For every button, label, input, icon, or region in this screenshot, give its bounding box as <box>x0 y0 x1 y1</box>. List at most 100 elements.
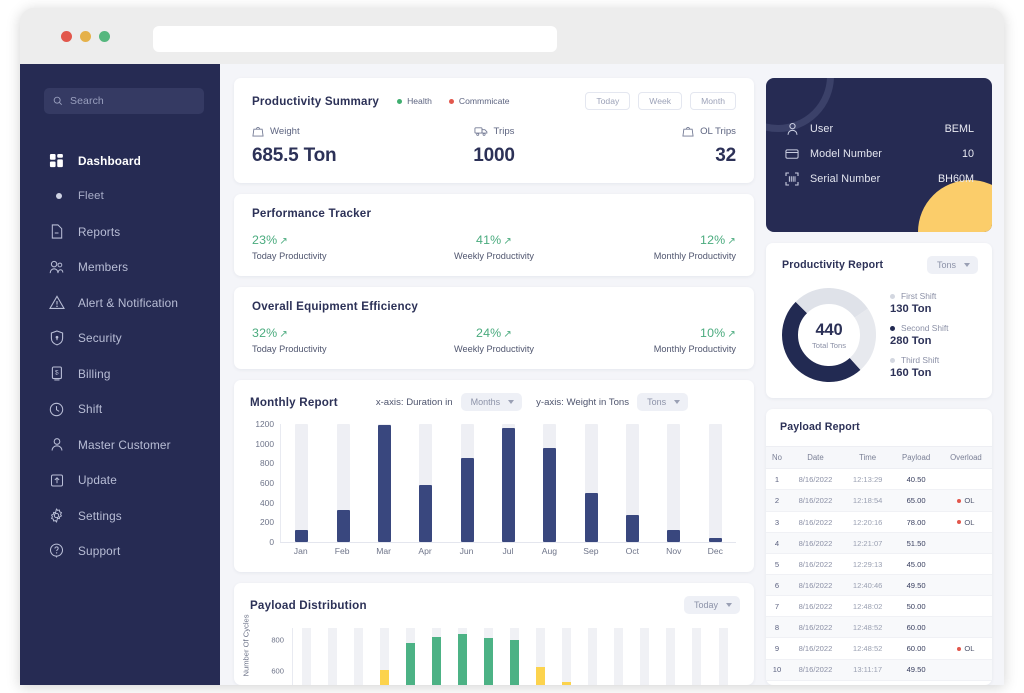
overload-dot-icon <box>957 646 962 651</box>
metric-value: 12% <box>699 233 726 247</box>
bar-column[interactable] <box>423 628 449 685</box>
bar-column[interactable] <box>345 628 371 685</box>
sidebar-item-support[interactable]: Support <box>20 535 220 568</box>
bar-column[interactable] <box>475 628 501 685</box>
range-button-week[interactable]: Week <box>638 92 683 110</box>
y-axis-ticks: 1200 1000 800 600 400 200 0 <box>250 419 278 547</box>
bar-column[interactable] <box>371 628 397 685</box>
table-cell-no: 10 <box>766 659 788 681</box>
close-window-button[interactable] <box>61 31 72 42</box>
table-row[interactable]: 5 8/16/2022 12:29:13 45.00 <box>766 553 992 576</box>
vehicle-value: BEML <box>944 122 974 135</box>
vehicle-key: User <box>810 122 834 135</box>
range-button-today[interactable]: Today <box>585 92 631 110</box>
sidebar-item-master-customer[interactable]: Master Customer <box>20 428 220 461</box>
shift-label-wrap: Third Shift <box>890 355 978 365</box>
table-row[interactable]: 3 8/16/2022 12:20:16 78.00 OL <box>766 511 992 534</box>
table-row[interactable]: 118/16/202212:21:0751.50 <box>766 680 992 685</box>
url-bar[interactable] <box>153 26 557 52</box>
table-row[interactable]: 6 8/16/2022 12:40:46 49.50 <box>766 574 992 597</box>
table-row[interactable]: 1 8/16/2022 12:13:29 40.50 <box>766 468 992 491</box>
bar-column[interactable] <box>653 424 694 542</box>
bar-column[interactable] <box>695 424 736 542</box>
truck-icon <box>473 127 487 136</box>
bar-column[interactable] <box>529 424 570 542</box>
bar-column[interactable] <box>449 628 475 685</box>
user-icon <box>784 122 800 136</box>
bar-column[interactable] <box>281 424 322 542</box>
overload-dot-icon <box>957 498 962 503</box>
bar-column[interactable] <box>684 628 710 685</box>
x-axis-unit-dropdown[interactable]: Months <box>460 393 523 411</box>
sidebar-item-dashboard[interactable]: Dashboard <box>20 144 220 177</box>
table-cell-no: 3 <box>766 511 788 534</box>
unit-dropdown[interactable]: Tons <box>926 256 978 275</box>
bar-fill <box>501 427 515 542</box>
bar-column[interactable] <box>446 424 487 542</box>
x-axis-tick: Nov <box>666 546 682 556</box>
y-axis-unit-dropdown[interactable]: Tons <box>637 393 689 411</box>
table-row[interactable]: 4 8/16/2022 12:21:07 51.50 <box>766 532 992 555</box>
payload-report-table: No Date Time Payload Overload 1 8/16/2022 12:1… <box>766 446 992 685</box>
table-cell-dt: 8/16/2022 <box>788 659 843 681</box>
table-column-header[interactable]: Payload <box>892 446 940 470</box>
bar-column[interactable] <box>571 424 612 542</box>
window-controls[interactable] <box>61 31 110 42</box>
bar-column[interactable] <box>502 628 528 685</box>
table-cell-pl: 65.00 <box>892 489 940 512</box>
bar-column[interactable] <box>658 628 684 685</box>
bar-column[interactable] <box>364 424 405 542</box>
table-cell-overload <box>939 574 992 597</box>
bar-track <box>377 424 391 542</box>
sidebar-item-reports[interactable]: Reports <box>20 215 220 248</box>
payload-distribution-header: Payload Distribution Today <box>250 596 740 614</box>
table-cell-no: 11 <box>766 680 788 685</box>
table-row[interactable]: 8 8/16/2022 12:48:52 60.00 <box>766 616 992 639</box>
table-column-header[interactable]: No <box>766 446 788 470</box>
table-column-header[interactable]: Time <box>842 446 893 470</box>
payload-range-dropdown[interactable]: Today <box>683 596 740 614</box>
sidebar-item-security[interactable]: Security <box>20 322 220 355</box>
search-input[interactable]: Search <box>44 88 204 114</box>
bar-column[interactable] <box>405 424 446 542</box>
sidebar-item-billing[interactable]: $ Billing <box>20 357 220 390</box>
table-row[interactable]: 10 8/16/2022 13:11:17 49.50 <box>766 659 992 681</box>
sidebar-item-alert-notification[interactable]: Alert & Notification <box>20 286 220 319</box>
metric-value: 41% <box>475 233 502 247</box>
table-cell-no: 1 <box>766 468 788 491</box>
table-row[interactable]: 2 8/16/2022 12:18:54 65.00 OL <box>766 489 992 512</box>
bar-column[interactable] <box>319 628 345 685</box>
donut-segment <box>849 309 876 371</box>
x-axis-tick: Mar <box>376 546 392 556</box>
sidebar-item-settings[interactable]: Settings <box>20 499 220 532</box>
bar-track <box>588 628 598 685</box>
sidebar-item-members[interactable]: Members <box>20 251 220 284</box>
bar-fill <box>336 509 350 542</box>
sidebar-item-label: Billing <box>78 366 111 381</box>
range-button-month[interactable]: Month <box>690 92 736 110</box>
bar-column[interactable] <box>580 628 606 685</box>
table-row[interactable]: 7 8/16/2022 12:48:02 50.00 <box>766 595 992 618</box>
bar-column[interactable] <box>710 628 736 685</box>
sidebar-item-update[interactable]: Update <box>20 464 220 497</box>
bar-column[interactable] <box>322 424 363 542</box>
table-column-header[interactable]: Overload <box>939 446 992 470</box>
bar-column[interactable] <box>293 628 319 685</box>
metric-label: Weekly Productivity <box>453 344 534 354</box>
table-cell-dt: 8/16/2022 <box>788 532 843 555</box>
bar-column[interactable] <box>488 424 529 542</box>
sidebar-item-shift[interactable]: Shift <box>20 393 220 426</box>
y-axis-tick: 800 <box>271 635 284 645</box>
bar-column[interactable] <box>632 628 658 685</box>
bar-column[interactable] <box>612 424 653 542</box>
minimize-window-button[interactable] <box>80 31 91 42</box>
sidebar-item-fleet[interactable]: Fleet <box>20 180 220 213</box>
card-icon <box>784 148 800 160</box>
table-row[interactable]: 9 8/16/2022 12:48:52 60.00 OL <box>766 637 992 660</box>
maximize-window-button[interactable] <box>99 31 110 42</box>
bar-column[interactable] <box>554 628 580 685</box>
bar-column[interactable] <box>397 628 423 685</box>
bar-column[interactable] <box>606 628 632 685</box>
table-column-header[interactable]: Date <box>788 446 843 470</box>
bar-column[interactable] <box>528 628 554 685</box>
